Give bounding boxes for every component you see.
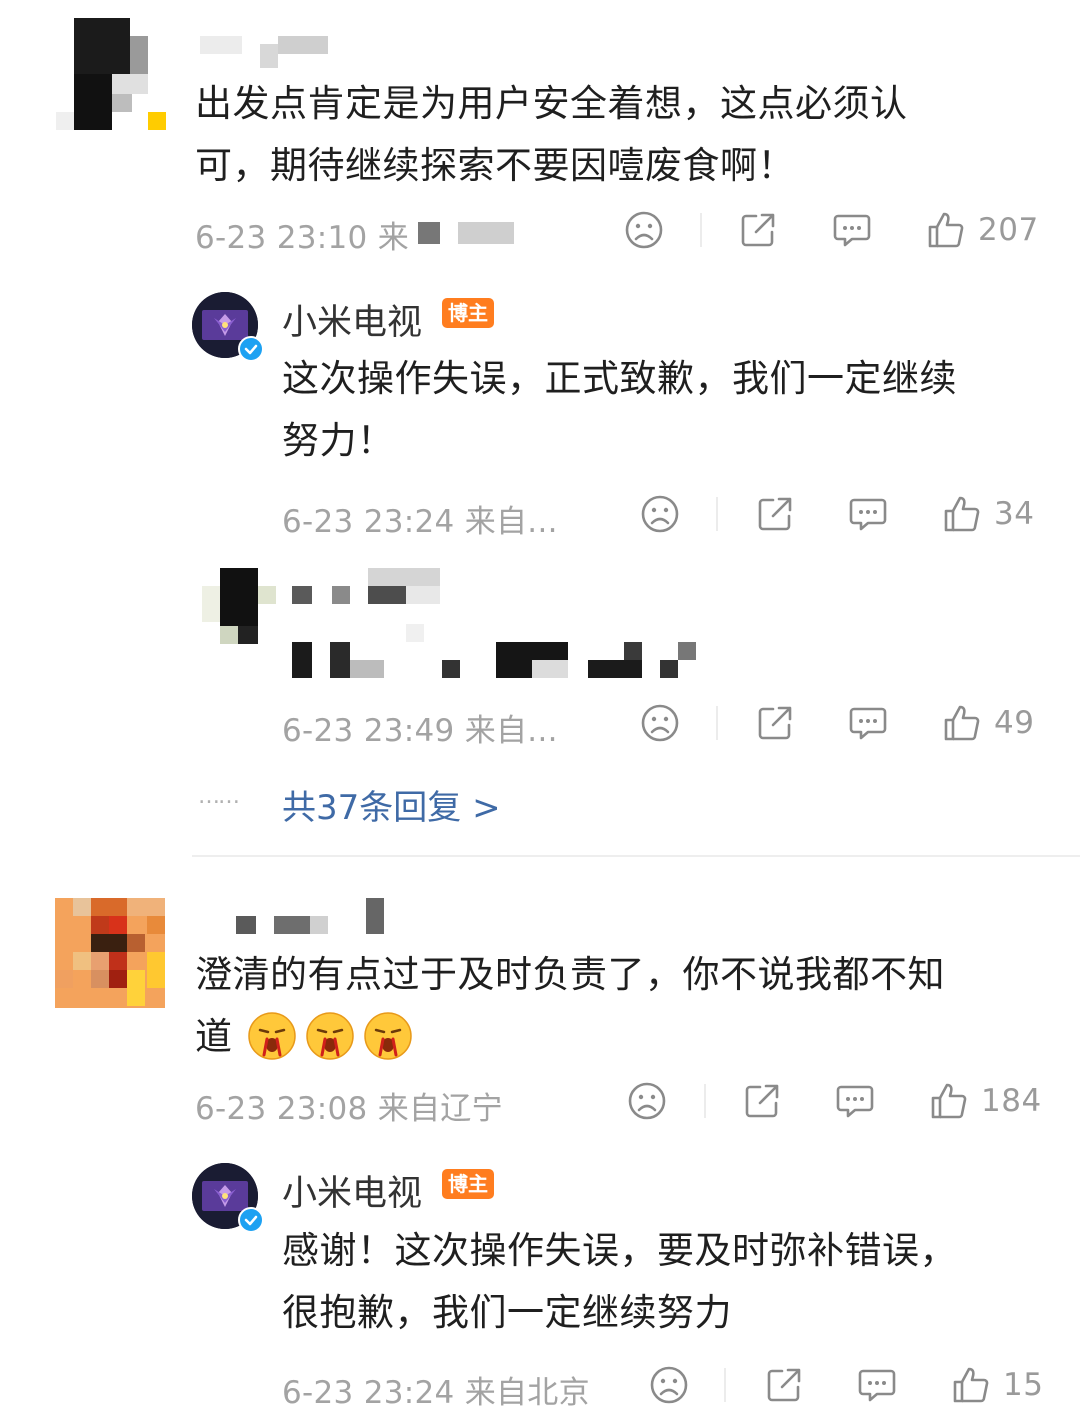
divider (724, 1368, 726, 1402)
dislike-button[interactable] (627, 1081, 667, 1121)
reply-meta: 6-23 23:24 来自北京 (282, 1375, 590, 1411)
thumbs-up-icon (944, 496, 980, 532)
location-pixelated (418, 218, 518, 256)
thumbs-up-icon (928, 212, 964, 248)
divider (716, 706, 718, 740)
like-button[interactable]: 184 (929, 1081, 1042, 1121)
like-count: 207 (978, 212, 1039, 248)
comment-icon (836, 1085, 874, 1118)
comment-icon (833, 214, 871, 247)
dislike-button[interactable] (640, 494, 680, 534)
nosebleed-emoji-icon (248, 1012, 296, 1060)
share-button[interactable] (755, 703, 795, 743)
share-button[interactable] (755, 494, 795, 534)
share-icon (745, 1084, 779, 1118)
like-count: 15 (1003, 1367, 1044, 1403)
avatar-pixelated[interactable] (55, 898, 165, 1008)
sad-face-icon (628, 1082, 666, 1120)
nosebleed-emoji-icon (306, 1012, 354, 1060)
more-replies-link[interactable]: 共37条回复 > (282, 780, 501, 829)
reply-meta: 6-23 23:24 来自... (282, 504, 558, 540)
thumbs-up-icon (944, 705, 980, 741)
comment-meta: 6-23 23:10 来 (195, 220, 410, 256)
sad-face-icon (641, 704, 679, 742)
dislike-button[interactable] (640, 703, 680, 743)
comment-text: 澄清的有点过于及时负责了，你不说我都不知 道 (195, 944, 1055, 1068)
nosebleed-emoji-icon (364, 1012, 412, 1060)
like-button[interactable]: 49 (942, 703, 1034, 743)
verified-icon (238, 1207, 264, 1233)
share-button[interactable] (738, 210, 778, 250)
author-badge: 博主 (442, 1169, 494, 1199)
author-name[interactable]: 小米电视 (282, 294, 422, 345)
share-button[interactable] (742, 1081, 782, 1121)
sad-face-icon (641, 495, 679, 533)
comment-icon (849, 498, 887, 531)
comment-divider (192, 855, 1080, 857)
avatar-pixelated[interactable] (56, 18, 166, 130)
share-button[interactable] (764, 1365, 804, 1405)
username-pixelated[interactable] (200, 36, 350, 76)
share-icon (758, 497, 792, 531)
like-count: 184 (981, 1083, 1042, 1119)
reply-meta: 6-23 23:49 来自... (282, 713, 558, 749)
more-replies-dots: …… (198, 784, 240, 809)
comment-button[interactable] (857, 1365, 897, 1405)
author-badge: 博主 (442, 298, 494, 328)
comment-text: 出发点肯定是为用户安全着想，这点必须认 可，期待继续探索不要因噎废食啊！ (195, 82, 908, 187)
reply-text: 这次操作失误，正式致歉，我们一定继续 努力！ (282, 357, 957, 462)
author-name[interactable]: 小米电视 (282, 1165, 422, 1216)
share-icon (741, 213, 775, 247)
like-button[interactable]: 207 (926, 210, 1039, 250)
comment-button[interactable] (835, 1081, 875, 1121)
like-button[interactable]: 15 (951, 1365, 1043, 1405)
comment-button[interactable] (848, 703, 888, 743)
avatar-pixelated[interactable] (202, 568, 278, 644)
divider (700, 213, 702, 247)
like-count: 34 (994, 496, 1035, 532)
dislike-button[interactable] (624, 210, 664, 250)
sad-face-icon (625, 211, 663, 249)
comment-icon (849, 707, 887, 740)
reply-text-pixelated (292, 624, 702, 680)
divider (704, 1084, 706, 1118)
reply-text: 感谢！这次操作失误，要及时弥补错误， 很抱歉，我们一定继续努力 (282, 1229, 957, 1334)
verified-icon (238, 336, 264, 362)
divider (716, 497, 718, 531)
comment-button[interactable] (848, 494, 888, 534)
sad-face-icon (650, 1366, 688, 1404)
share-icon (758, 706, 792, 740)
like-button[interactable]: 34 (942, 494, 1034, 534)
like-count: 49 (994, 705, 1035, 741)
comment-icon (858, 1369, 896, 1402)
dislike-button[interactable] (649, 1365, 689, 1405)
thumbs-up-icon (953, 1367, 989, 1403)
comment-button[interactable] (832, 210, 872, 250)
thumbs-up-icon (931, 1083, 967, 1119)
username-pixelated[interactable] (236, 898, 396, 938)
username-pixelated[interactable] (292, 568, 442, 608)
comment-meta: 6-23 23:08 来自辽宁 (195, 1091, 503, 1127)
share-icon (767, 1368, 801, 1402)
